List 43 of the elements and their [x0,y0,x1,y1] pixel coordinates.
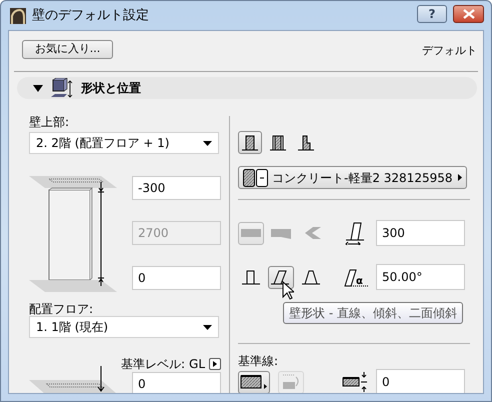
top-link-label: 壁上部: [29,114,70,130]
level-offset-field[interactable]: 0 [132,372,221,393]
close-icon [462,8,474,18]
slanted-shape-icon [270,269,292,285]
material-picker[interactable]: コンクリート-軽量2 328125958 [238,166,467,189]
straight-shape-icon [240,269,262,285]
triangle-icon [213,360,217,366]
dropdown[interactable]: 1. 1階 (現在) [29,316,219,338]
mouse-cursor-icon [282,281,294,300]
bottom-offset-field[interactable]: 0 [132,266,221,290]
default-label: デフォルト [422,42,477,58]
reference-level-label: 基準レベル: [120,356,186,372]
caret-icon [203,140,212,146]
caret-icon [203,324,212,330]
tooltip: 壁形状 - 直線、傾斜、二面傾斜 [283,302,463,324]
home-floor-label: 配置フロア: [29,301,94,316]
double-slanted-shape-icon [300,269,322,285]
app-icon [10,8,26,24]
reference-line-label: 基準線: [238,353,280,369]
favorites-button[interactable]: お気に入り... [22,40,113,59]
close-button[interactable] [453,4,484,22]
offset-icon [342,372,370,392]
angle-field[interactable]: 50.00° [376,264,465,290]
dropdown[interactable]: 2. 2階 (配置フロア + 1) [29,132,219,154]
profile-wall-icon [295,133,317,152]
reference-level-value: GL [189,356,205,372]
basic-wall-icon [239,133,261,152]
level-menu-button[interactable] [209,358,221,370]
top-offset-field[interactable]: -300 [132,176,221,200]
help-button[interactable]: ? [417,4,447,22]
composite-wall-icon [267,133,289,152]
window-title: 壁のデフォルト設定 [32,6,150,25]
reference-line-icon [240,374,268,390]
wall-icon [51,78,73,98]
fill-pattern-icon [243,168,269,186]
flip-icon [281,373,301,391]
reference-offset-field[interactable]: 0 [376,369,465,393]
shape-option[interactable] [268,266,294,288]
triangle-icon [458,174,462,181]
section-header[interactable]: 形状と位置 [17,77,477,99]
reference-line-button[interactable] [238,370,270,393]
structure-option[interactable] [238,131,262,154]
thickness-field[interactable]: 300 [376,220,465,246]
